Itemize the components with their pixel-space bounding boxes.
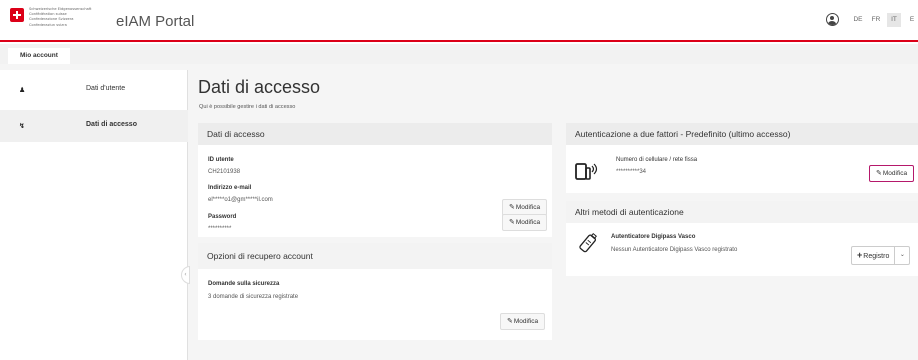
user-id-label: ID utente — [208, 157, 234, 163]
email-label: Indirizzo e-mail — [208, 185, 252, 191]
account-icon[interactable] — [826, 13, 839, 26]
pencil-icon: ✎ — [507, 318, 513, 325]
key-icon: ↯ — [19, 122, 25, 130]
confederation-logo[interactable]: Schweizerische Eidgenossenschaft Confédé… — [10, 7, 109, 28]
card-header: Altri metodi di autenticazione — [566, 201, 918, 223]
header: Schweizerische Eidgenossenschaft Confédé… — [0, 0, 918, 42]
two-factor-card: Autenticazione a due fattori - Predefini… — [566, 123, 918, 193]
page-subtitle: Qui è possibile gestire i dati di access… — [199, 104, 296, 110]
register-split-button[interactable]: +Registro ⌄ — [851, 246, 911, 265]
pencil-icon: ✎ — [509, 204, 515, 211]
edit-security-questions-button[interactable]: ✎Modifica — [500, 313, 546, 330]
recovery-options-card: Opzioni di recupero account Domande sull… — [198, 243, 552, 340]
page-title: Dati di accesso — [198, 77, 321, 97]
edit-2fa-button[interactable]: ✎Modifica — [869, 165, 915, 182]
card-title: Autenticazione a due fattori - Predefini… — [575, 129, 791, 139]
app-title[interactable]: eIAM Portal — [116, 13, 194, 30]
lang-en[interactable]: E — [905, 13, 918, 27]
edit-password-button[interactable]: ✎Modifica — [502, 214, 548, 231]
tab-bar: Mio account — [0, 44, 918, 64]
tab-my-account[interactable]: Mio account — [8, 48, 70, 64]
lang-it[interactable]: IT — [887, 13, 901, 27]
register-button[interactable]: +Registro — [852, 247, 896, 264]
security-questions-label: Domande sulla sicurezza — [208, 281, 280, 287]
digipass-value: Nessun Autenticatore Digipass Vasco regi… — [611, 247, 738, 253]
card-header: Autenticazione a due fattori - Predefini… — [566, 123, 918, 145]
user-icon: ♟ — [19, 86, 26, 94]
sidebar-item-user-data[interactable]: ♟ Dati d'utente — [0, 74, 188, 106]
card-title: Altri metodi di autenticazione — [575, 207, 684, 217]
email-value: el*****o1@gm*****il.com — [208, 197, 273, 203]
card-header: Opzioni di recupero account — [198, 243, 552, 269]
chevron-down-icon[interactable]: ⌄ — [895, 247, 909, 264]
card-header: Dati di accesso — [198, 123, 552, 145]
password-label: Password — [208, 214, 237, 220]
plus-icon: + — [857, 250, 863, 260]
usb-token-icon — [579, 232, 597, 253]
pencil-icon: ✎ — [876, 170, 882, 177]
mobile-number-label: Numero di cellulare / rete fissa — [616, 157, 698, 163]
pencil-icon: ✎ — [509, 219, 515, 226]
lang-de[interactable]: DE — [851, 13, 865, 27]
confederation-text: Schweizerische Eidgenossenschaft Confédé… — [29, 7, 92, 27]
digipass-label: Autenticatore Digipass Vasco — [611, 234, 696, 240]
card-title: Opzioni di recupero account — [207, 251, 313, 261]
sidebar-item-label: Dati d'utente — [86, 85, 126, 92]
security-questions-value: 3 domande di sicurezza registrate — [208, 294, 299, 300]
password-value: ********** — [208, 226, 232, 232]
sidebar-item-access-data[interactable]: ↯ Dati di accesso — [0, 110, 188, 142]
mobile-phone-icon — [575, 163, 598, 180]
access-data-card: Dati di accesso ID utente CH2101938 Indi… — [198, 123, 552, 237]
lang-fr[interactable]: FR — [869, 13, 883, 27]
swiss-flag-icon — [10, 8, 24, 22]
user-id-value: CH2101938 — [208, 169, 241, 175]
sidebar: ♟ Dati d'utente ↯ Dati di accesso — [0, 70, 188, 360]
mobile-number-value: **********34 — [616, 169, 647, 175]
sidebar-item-label: Dati di accesso — [86, 121, 137, 128]
card-title: Dati di accesso — [207, 129, 265, 139]
